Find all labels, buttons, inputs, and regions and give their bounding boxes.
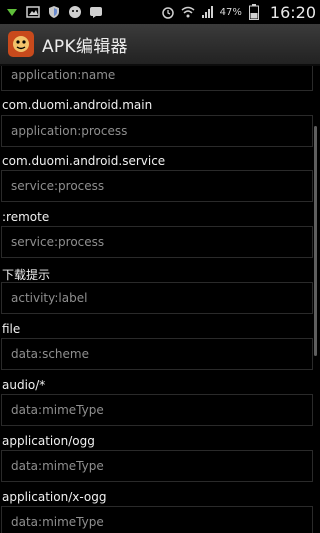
signal-icon	[200, 4, 216, 20]
attribute-field[interactable]: data:scheme	[1, 338, 313, 370]
attribute-name: data:mimeType	[11, 403, 104, 417]
battery-icon	[246, 4, 262, 20]
attribute-name: application:name	[11, 68, 116, 82]
bug-icon	[67, 4, 83, 20]
action-bar: APK编辑器	[0, 24, 320, 66]
scrollbar[interactable]	[314, 126, 317, 356]
attribute-name: application:process	[11, 124, 128, 138]
attribute-field[interactable]: activity:label	[1, 282, 313, 314]
attribute-name: activity:label	[11, 291, 88, 305]
attribute-field[interactable]: data:mimeType	[1, 394, 313, 426]
app-logo-icon[interactable]	[8, 31, 34, 57]
wifi-icon	[180, 4, 196, 20]
attribute-field[interactable]: application:process	[1, 115, 313, 147]
shield-icon	[46, 4, 62, 20]
download-icon	[4, 4, 20, 20]
attribute-name: data:mimeType	[11, 515, 104, 529]
attribute-list[interactable]: application:name com.duomi.android.main …	[0, 66, 320, 533]
attribute-value[interactable]: 下载提示	[2, 266, 50, 283]
chat-icon	[88, 4, 104, 20]
attribute-name: data:mimeType	[11, 459, 104, 473]
attribute-value[interactable]: :remote	[2, 210, 49, 224]
attribute-value[interactable]: file	[2, 322, 20, 336]
attribute-name: service:process	[11, 179, 105, 193]
attribute-field[interactable]: application:name	[1, 66, 313, 91]
clock: 16:20	[269, 2, 316, 22]
app-title: APK编辑器	[42, 36, 128, 57]
alarm-icon	[160, 4, 176, 20]
attribute-value[interactable]: com.duomi.android.main	[2, 98, 152, 112]
gallery-icon	[25, 4, 41, 20]
attribute-value[interactable]: com.duomi.android.service	[2, 154, 165, 168]
attribute-field[interactable]: service:process	[1, 170, 313, 202]
attribute-field[interactable]: data:mimeType	[1, 506, 313, 533]
attribute-value[interactable]: application/ogg	[2, 434, 95, 448]
attribute-value[interactable]: application/x-ogg	[2, 490, 106, 504]
status-bar: 47% 16:20	[0, 0, 320, 24]
attribute-name: service:process	[11, 235, 105, 249]
attribute-value[interactable]: audio/*	[2, 378, 45, 392]
attribute-field[interactable]: service:process	[1, 226, 313, 258]
attribute-name: data:scheme	[11, 347, 89, 361]
battery-percent: 47%	[219, 6, 242, 18]
attribute-field[interactable]: data:mimeType	[1, 450, 313, 482]
